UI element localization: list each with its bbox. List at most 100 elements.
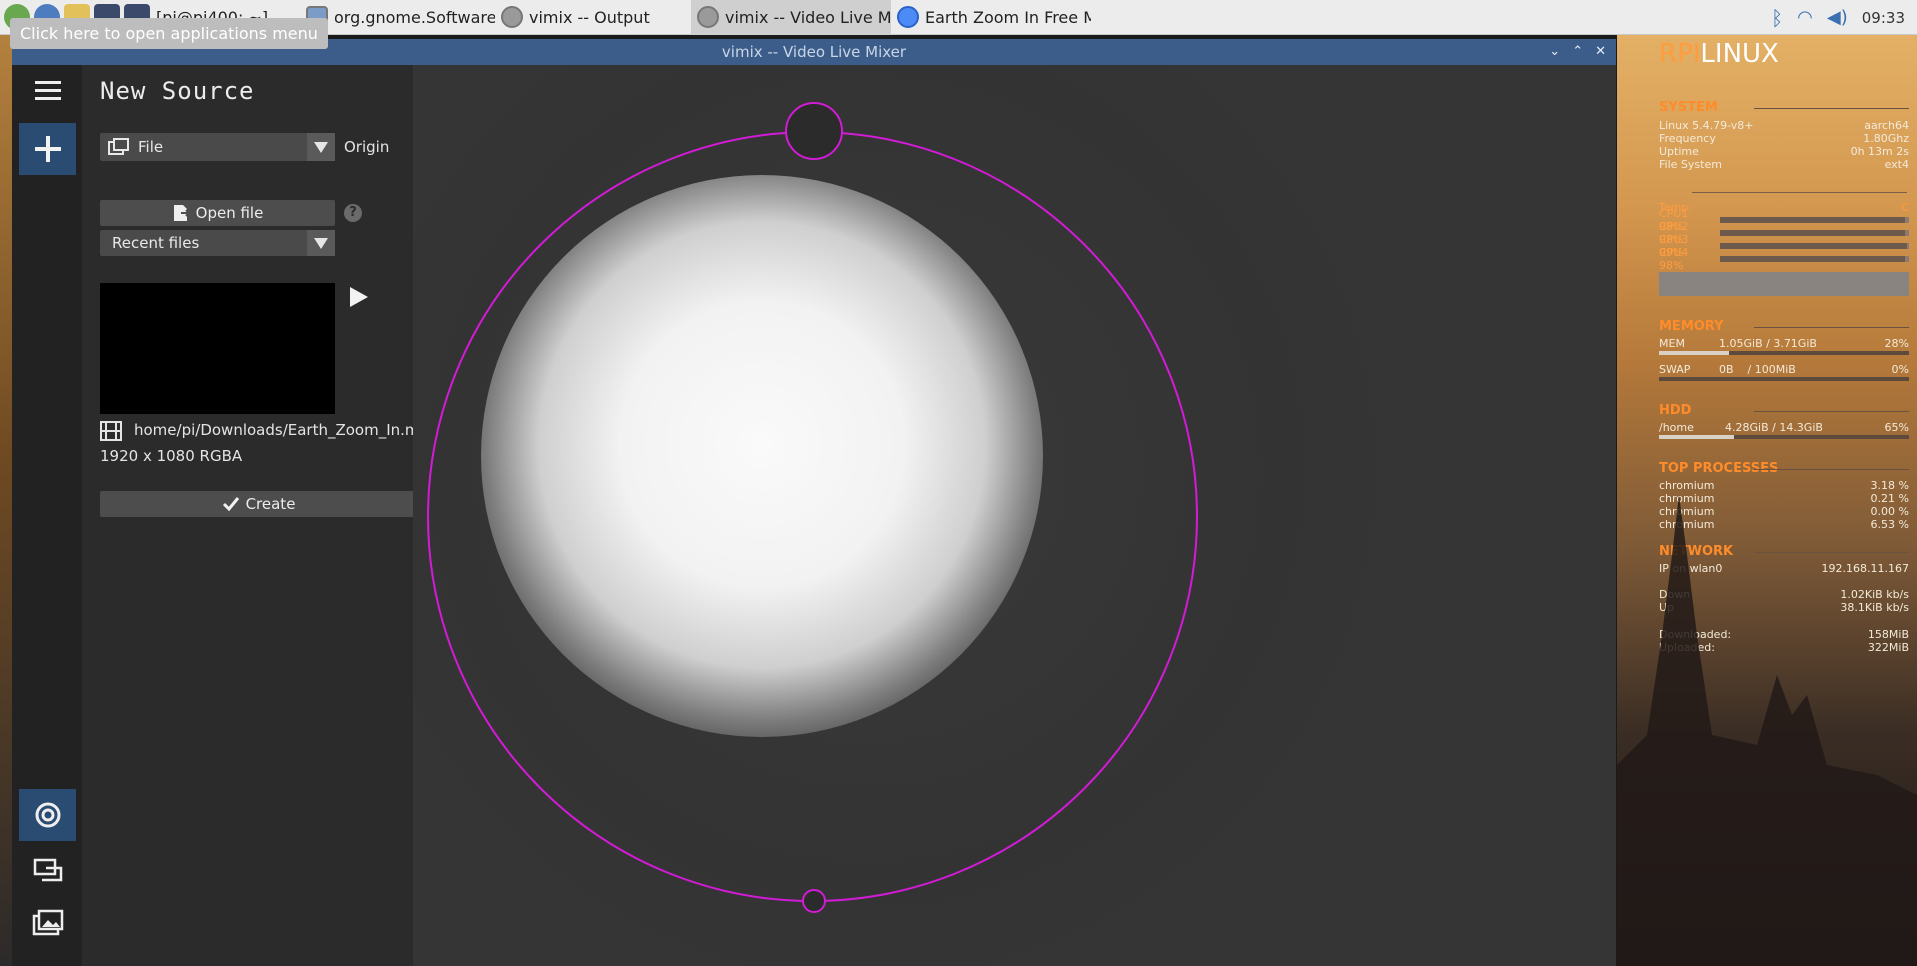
row-key: Linux 5.4.79-v8+ [1659,119,1754,132]
help-icon[interactable]: ? [344,204,362,222]
applications-menu-tooltip: Click here to open applications menu [10,18,328,49]
volume-icon[interactable]: ◀) [1827,7,1848,28]
play-icon [350,287,368,307]
mixing-handle-bottom[interactable] [802,889,826,913]
target-button[interactable] [19,789,76,841]
mixing-handle-top[interactable] [785,102,843,160]
row-value: aarch64 [1864,119,1909,132]
hdd-value: 4.28GiB / 14.3GiB [1725,421,1823,434]
temple-silhouette [1617,495,1917,966]
system-row: Linux 5.4.79-v8+ aarch64 [1659,119,1909,132]
vimix-icon [697,6,719,28]
cpu-bar [1720,243,1909,249]
origin-label: Origin [344,138,390,156]
source-type-select[interactable]: File [100,133,335,161]
divider [1692,192,1907,193]
mixing-circle [427,131,1198,902]
transition-button[interactable] [19,843,76,895]
film-icon [100,421,122,445]
bluetooth-icon[interactable]: ᛒ [1771,6,1783,30]
row-key: Uptime [1659,145,1699,158]
task-gnome-software[interactable]: org.gnome.Software [300,0,495,35]
open-file-label: Open file [195,204,264,222]
cpu-graph [1659,272,1909,296]
cpu-bar [1720,217,1909,223]
hdd-row: /home 4.28GiB / 14.3GiB 65% [1659,421,1909,434]
create-label: Create [245,495,296,513]
system-heading: SYSTEM [1659,100,1909,115]
window-controls: ⌄ ⌃ ✕ [1549,39,1606,65]
minimize-button[interactable]: ⌄ [1549,39,1560,65]
clock[interactable]: 09:33 [1862,9,1905,27]
temp-value: C [1901,201,1909,214]
swap-row: SWAP 0B / 100MiB 0% [1659,363,1909,376]
images-icon [32,909,63,936]
mem-label: MEM [1659,337,1685,350]
vimix-icon [501,6,523,28]
media-button[interactable] [19,897,76,949]
hdd-label: /home [1659,421,1694,434]
target-icon [35,802,60,828]
close-button[interactable]: ✕ [1595,39,1606,65]
recent-files-select[interactable]: Recent files [100,230,335,256]
open-file-button[interactable]: Open file [100,200,335,226]
hdd-heading: HDD [1659,403,1909,418]
swap-label: SWAP [1659,363,1691,376]
cpu-label: CPU4 98% [1659,246,1689,272]
swap-pct: 0% [1891,363,1909,376]
panel-title: New Source [100,77,255,105]
row-value: 1.80Ghz [1863,132,1909,145]
maximize-button[interactable]: ⌃ [1572,39,1583,65]
system-row: Uptime 0h 13m 2s [1659,145,1909,158]
file-info: 1920 x 1080 RGBA [100,447,243,465]
hdd-pct: 65% [1884,421,1909,434]
mem-row: MEM 1.05GiB / 3.71GiB 28% [1659,337,1909,350]
conky-logo: RPILINUX [1659,39,1779,69]
task-label: org.gnome.Software [334,7,495,27]
task-earth-zoom[interactable]: Earth Zoom In Free M... [891,0,1091,35]
chevron-down-icon [307,133,335,161]
file-type-icon [108,138,129,155]
create-button[interactable]: Create [100,491,417,517]
hamburger-icon [34,81,61,100]
cpu-bar [1720,256,1909,262]
conky-monitor: RPILINUX SYSTEM Linux 5.4.79-v8+ aarch64 … [1617,35,1917,966]
logo-part-b: LINUX [1700,39,1779,69]
source-type-value: File [138,138,164,156]
memory-heading: MEMORY [1659,319,1909,334]
menu-button[interactable] [19,65,76,117]
recent-files-label: Recent files [112,234,200,252]
help-icon-glyph: ? [349,205,357,220]
source-preview [100,283,335,414]
mem-value: 1.05GiB / 3.71GiB [1719,337,1817,350]
vimix-window: New Source File Origin Open file ? Recen… [12,65,1616,966]
file-path: home/pi/Downloads/Earth_Zoom_In.mov [134,421,438,439]
mem-pct: 28% [1884,337,1909,350]
logo-part-a: RPI [1659,39,1701,69]
checkmark-icon [222,497,239,512]
new-source-panel: New Source File Origin Open file ? Recen… [82,65,438,966]
cpu-row: CPU4 98% [1659,246,1909,272]
plus-icon [34,136,61,162]
open-file-icon [173,205,190,221]
row-key: Frequency [1659,132,1716,145]
swap-value: 0B / 100MiB [1719,363,1796,376]
chevron-down-icon [307,230,335,256]
row-key: File System [1659,158,1722,171]
icon-sidebar [12,65,82,966]
window-title: vimix -- Video Live Mixer [721,43,907,61]
task-vimix-output[interactable]: vimix -- Output [495,0,691,35]
play-button[interactable] [347,285,371,313]
task-vimix-mixer[interactable]: vimix -- Video Live Mi... [691,0,891,35]
task-label: Earth Zoom In Free M... [925,7,1091,27]
cpu-bar [1720,230,1909,236]
system-row: File System ext4 [1659,158,1909,171]
transition-icon [33,858,62,882]
new-source-button[interactable] [19,123,76,175]
row-value: ext4 [1884,158,1909,171]
system-row: Frequency 1.80Ghz [1659,132,1909,145]
wifi-icon[interactable]: ◠ [1797,7,1813,28]
row-value: 0h 13m 2s [1850,145,1909,158]
chromium-icon [897,6,919,28]
mixing-view-canvas[interactable] [413,65,1616,966]
